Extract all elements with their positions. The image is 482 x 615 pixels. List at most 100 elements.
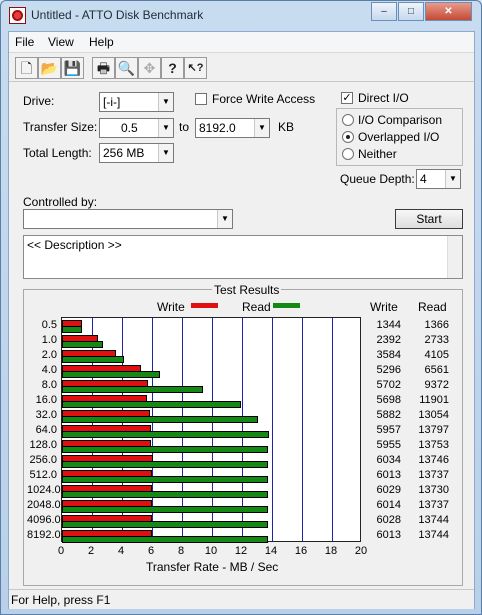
- read-value: 13744: [418, 514, 449, 526]
- save-icon[interactable]: 💾: [61, 57, 84, 79]
- new-icon[interactable]: 🗋: [15, 57, 38, 79]
- read-value: 9372: [424, 379, 449, 391]
- read-bar: [62, 386, 203, 393]
- controlled-by-select[interactable]: ▼: [23, 209, 233, 229]
- neither-radio[interactable]: [342, 148, 354, 160]
- chevron-down-icon[interactable]: ▼: [254, 119, 269, 137]
- write-value: 5702: [376, 379, 401, 391]
- x-axis-title: Transfer Rate - MB / Sec: [146, 560, 279, 574]
- open-icon[interactable]: 📂: [38, 57, 61, 79]
- read-value: 2733: [424, 334, 449, 346]
- chevron-down-icon[interactable]: ▼: [158, 119, 173, 137]
- x-tick-label: 12: [234, 545, 248, 557]
- x-tick-label: 8: [177, 545, 185, 557]
- transfer-size-label: 4.0: [41, 364, 57, 376]
- force-write-checkbox[interactable]: [195, 93, 207, 105]
- transfer-size-from-select[interactable]: 0.5 ▼: [99, 118, 174, 138]
- chevron-down-icon[interactable]: ▼: [158, 144, 173, 162]
- read-bar: [62, 401, 241, 408]
- chevron-down-icon[interactable]: ▼: [445, 170, 460, 188]
- description-scrollbar[interactable]: [447, 236, 462, 278]
- force-write-label: Force Write Access: [212, 92, 316, 106]
- write-value: 2392: [376, 334, 401, 346]
- write-value: 5698: [376, 394, 401, 406]
- x-tick-label: 14: [264, 545, 278, 557]
- to-label: to: [179, 120, 190, 134]
- legend-read-swatch: [273, 303, 300, 308]
- direct-io-checkbox[interactable]: ✓: [341, 92, 353, 104]
- move-icon[interactable]: ✥: [138, 57, 161, 79]
- read-value: 13744: [418, 529, 449, 541]
- write-value: 6034: [376, 454, 401, 466]
- transfer-size-label: 2.0: [41, 349, 57, 361]
- read-bar: [62, 341, 103, 348]
- transfer-size-label: 2048.0: [27, 499, 61, 511]
- read-value: 13737: [418, 499, 449, 511]
- transfer-from-value: 0.5: [121, 121, 138, 135]
- read-bar: [62, 326, 83, 333]
- x-tick-label: 18: [324, 545, 338, 557]
- print-preview-icon[interactable]: 🔍: [115, 57, 138, 79]
- menu-bar: File View Help: [9, 32, 474, 52]
- write-value: 6014: [376, 499, 401, 511]
- x-tick-label: 16: [294, 545, 308, 557]
- read-bar: [62, 356, 124, 363]
- status-text: For Help, press F1: [11, 593, 111, 607]
- minimize-button[interactable]: –: [371, 2, 397, 21]
- atto-app-icon[interactable]: [9, 7, 26, 24]
- transfer-size-to-select[interactable]: 8192.0 ▼: [195, 118, 270, 138]
- close-button[interactable]: ✕: [425, 2, 472, 21]
- total-length-select[interactable]: 256 MB ▼: [99, 143, 174, 163]
- transfer-size-label: 1.0: [41, 334, 57, 346]
- menu-view[interactable]: View: [48, 35, 74, 49]
- menu-help[interactable]: Help: [89, 35, 114, 49]
- legend-write-swatch: [191, 303, 218, 308]
- write-value: 5882: [376, 409, 401, 421]
- read-bar: [62, 476, 269, 483]
- write-value: 5955: [376, 439, 401, 451]
- direct-io-label: Direct I/O: [358, 91, 409, 105]
- chevron-down-icon[interactable]: ▼: [217, 210, 232, 228]
- description-field[interactable]: << Description >>: [23, 235, 463, 279]
- read-value: 13753: [418, 439, 449, 451]
- x-tick-label: 4: [117, 545, 125, 557]
- start-button[interactable]: Start: [395, 209, 463, 229]
- transfer-size-label: 64.0: [35, 424, 57, 436]
- x-tick-label: 2: [87, 545, 95, 557]
- toolbar: 🗋 📂 💾 🖶 🔍 ✥ ? ↖?: [9, 52, 474, 82]
- queue-depth-select[interactable]: 4 ▼: [416, 169, 461, 189]
- drive-select[interactable]: [-i-] ▼: [99, 92, 174, 112]
- overlapped-io-label: Overlapped I/O: [358, 130, 440, 144]
- x-tick-label: 0: [57, 545, 65, 557]
- read-bar: [62, 506, 269, 513]
- read-value: 13054: [418, 409, 449, 421]
- overlapped-io-radio[interactable]: [342, 131, 354, 143]
- read-bar: [62, 371, 161, 378]
- write-value: 5296: [376, 364, 401, 376]
- maximize-button[interactable]: □: [398, 2, 424, 21]
- transfer-size-label: 8.0: [41, 379, 57, 391]
- drive-label: Drive:: [23, 94, 55, 108]
- legend-read-label: Read: [242, 300, 271, 314]
- write-value: 6013: [376, 469, 401, 481]
- read-bar: [62, 461, 269, 468]
- app-window: Untitled - ATTO Disk Benchmark – □ ✕ Fil…: [0, 0, 482, 615]
- chevron-down-icon[interactable]: ▼: [158, 93, 173, 111]
- help-icon[interactable]: ?: [161, 57, 184, 79]
- total-length-value: 256 MB: [103, 146, 145, 160]
- transfer-size-label: 8192.0: [27, 529, 61, 541]
- menu-file[interactable]: File: [15, 35, 34, 49]
- print-icon[interactable]: 🖶: [92, 57, 115, 79]
- neither-label: Neither: [358, 147, 397, 161]
- title-bar[interactable]: Untitled - ATTO Disk Benchmark – □ ✕: [1, 1, 481, 31]
- io-comparison-radio[interactable]: [342, 114, 354, 126]
- read-value: 4105: [424, 349, 449, 361]
- queue-depth-value: 4: [420, 172, 427, 186]
- transfer-size-label: 1024.0: [27, 484, 61, 496]
- gridline: [332, 318, 333, 541]
- context-help-icon[interactable]: ↖?: [184, 57, 207, 79]
- transfer-size-label: Transfer Size:: [23, 120, 98, 134]
- write-column-header: Write: [370, 300, 398, 314]
- read-bar: [62, 446, 269, 453]
- controlled-by-label: Controlled by:: [23, 195, 98, 209]
